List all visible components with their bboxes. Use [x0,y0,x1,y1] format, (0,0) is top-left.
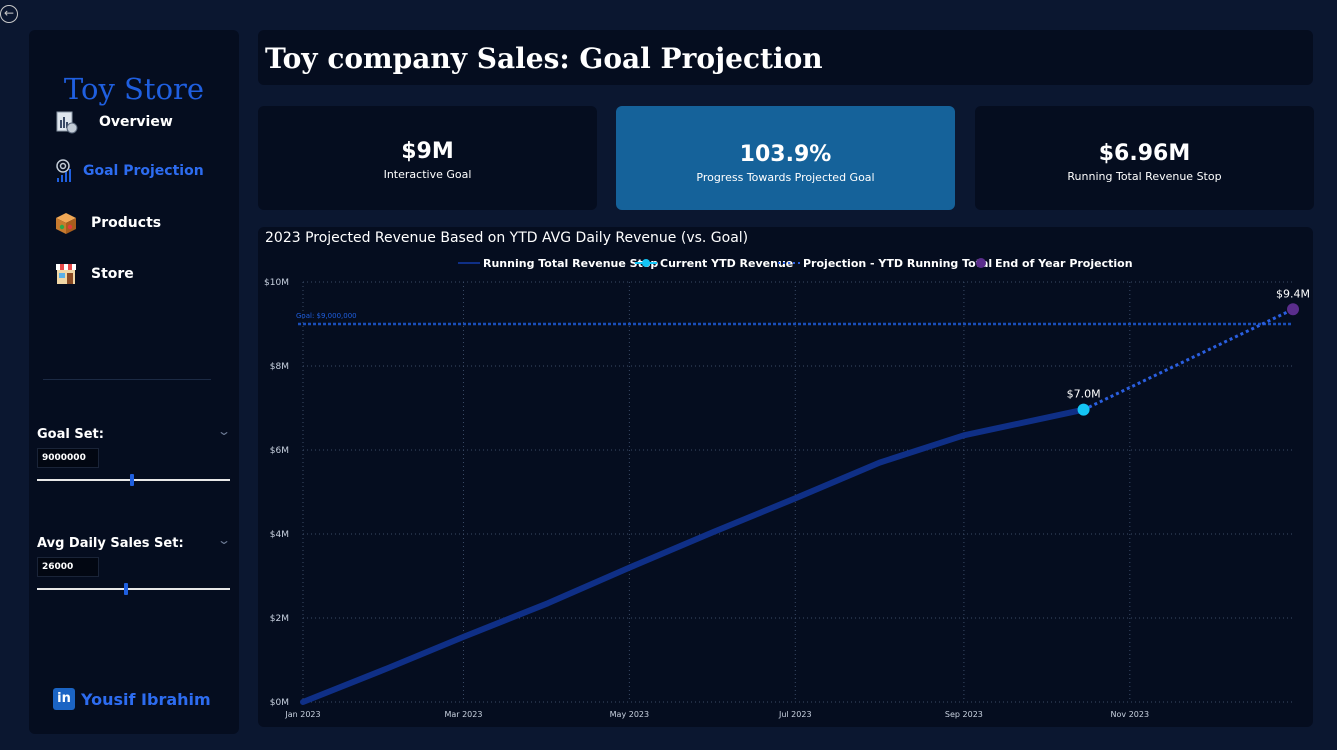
goal-set-input[interactable] [37,448,99,468]
chart-card: 2023 Projected Revenue Based on YTD AVG … [258,227,1313,727]
data-label: $7.0M [1067,388,1101,401]
brand-title: Toy Store [63,72,205,106]
x-tick-label: Nov 2023 [1111,710,1150,719]
y-tick-label: $0M [270,698,289,708]
y-tick-label: $2M [270,614,289,624]
nav-item-label: Overview [99,114,173,130]
slider-track [37,588,230,590]
nav-item-store[interactable]: Store [53,257,134,291]
nav-item-label: Store [91,266,134,282]
kpi-value: $6.96M [1098,141,1191,166]
sidebar-divider [43,379,211,380]
x-tick-label: Jan 2023 [284,710,320,719]
kpi-card-running-total: $6.96M Running Total Revenue Stop [975,106,1314,210]
goal-reference-label: Goal: $9,000,000 [296,312,357,320]
avg-daily-sales-label: Avg Daily Sales Set: [37,536,184,551]
legend-marker [642,259,650,267]
avg-daily-sales-slider[interactable] [37,582,230,596]
kpi-label: Running Total Revenue Stop [1067,170,1222,183]
store-icon [56,264,76,284]
y-tick-label: $6M [270,446,289,456]
nav-item-overview[interactable]: Overview [53,105,173,139]
slider-thumb[interactable] [123,583,128,595]
nav-item-label: Products [91,215,162,231]
legend-marker [976,258,986,268]
box-icon [56,213,76,234]
legend-label: End of Year Projection [995,257,1133,270]
page-title: Toy company Sales: Goal Projection [265,42,823,75]
linkedin-icon: in [53,688,75,710]
y-tick-label: $4M [270,530,289,540]
goal-set-label: Goal Set: [37,427,104,442]
x-tick-label: Mar 2023 [444,710,482,719]
kpi-card-goal: $9M Interactive Goal [258,106,597,210]
y-tick-label: $10M [264,278,289,288]
data-label: $9.4M [1276,287,1310,300]
nav-item-label: Goal Projection [83,163,204,179]
nav-item-products[interactable]: Products [53,206,161,240]
legend-label: Projection - YTD Running Total [803,257,992,270]
avg-daily-sales-input[interactable] [37,557,99,577]
sidebar: Toy Store Overview Goal Projection Produ… [29,30,239,734]
goal-set-slider[interactable] [37,473,230,487]
kpi-card-progress: 103.9% Progress Towards Projected Goal [616,106,955,210]
kpi-label: Interactive Goal [383,168,472,181]
chevron-down-icon[interactable]: ⌄ [217,424,231,438]
legend-label: Running Total Revenue Stop [483,257,658,270]
end-of-year-point [1287,303,1299,316]
running-total-line [300,406,1087,705]
slider-thumb[interactable] [129,474,134,486]
target-icon [56,159,71,182]
title-card: Toy company Sales: Goal Projection [258,30,1313,85]
report-icon [56,111,78,134]
x-tick-label: Sep 2023 [945,710,983,719]
kpi-label: Progress Towards Projected Goal [696,171,875,184]
legend-label: Current YTD Revenue [660,257,793,270]
x-tick-label: Jul 2023 [778,710,812,719]
x-tick-label: May 2023 [610,710,649,719]
current-ytd-point [1077,403,1090,416]
linkedin-credit[interactable]: in Yousif Ibrahim [53,688,211,710]
y-tick-label: $8M [270,362,289,372]
nav-item-goal-projection[interactable]: Goal Projection [53,154,204,188]
back-button[interactable]: ← [0,5,18,23]
chevron-down-icon[interactable]: ⌄ [217,533,231,547]
kpi-value: $9M [401,139,454,164]
kpi-value: 103.9% [739,142,832,167]
projection-line-chart: $0M $2M $4M $6M $8M $10M Jan 2023 Mar 2023 May 2… [264,257,1310,719]
author-name: Yousif Ibrahim [81,689,211,709]
